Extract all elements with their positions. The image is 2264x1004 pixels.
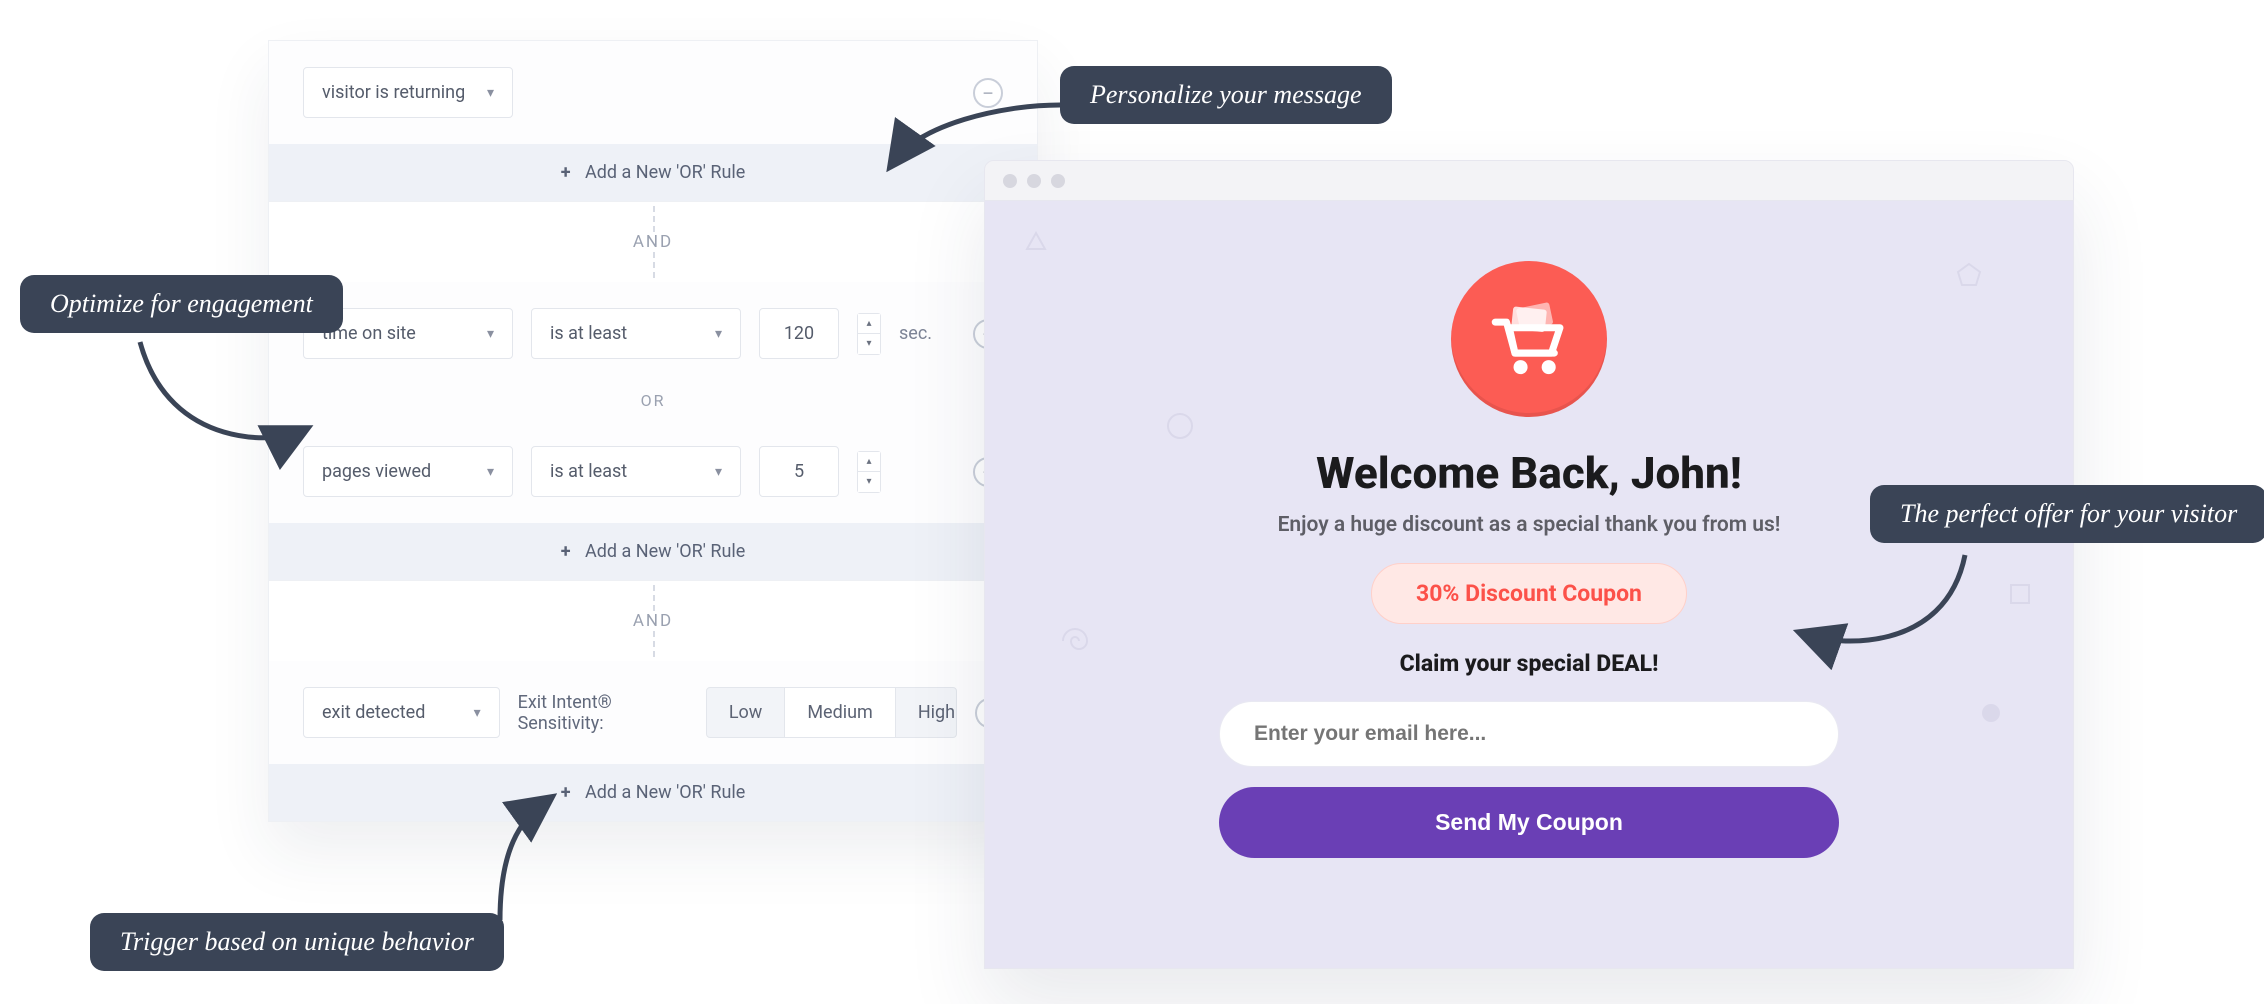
- callout-personalize: Personalize your message: [1060, 66, 1392, 124]
- step-up-button[interactable]: ▴: [858, 452, 880, 472]
- rule-operator-select[interactable]: is at least ▾: [531, 446, 741, 497]
- rule-group-3: exit detected ▾ Exit Intent® Sensitivity…: [269, 661, 1037, 821]
- rule-value: 5: [794, 461, 804, 482]
- rule-op-value: is at least: [550, 461, 627, 482]
- connector-or: OR: [269, 385, 1037, 420]
- number-spinner: ▴ ▾: [857, 313, 881, 355]
- add-or-rule-button[interactable]: + Add a New 'OR' Rule: [269, 523, 1037, 580]
- rule-field-value: pages viewed: [322, 461, 431, 482]
- coupon-pill: 30% Discount Coupon: [1371, 563, 1687, 624]
- connector-and: AND: [269, 202, 1037, 282]
- callout-optimize: Optimize for engagement: [20, 275, 343, 333]
- rule-value: 120: [784, 323, 814, 344]
- arrow-icon: [130, 332, 310, 476]
- step-down-button[interactable]: ▾: [858, 472, 880, 492]
- callout-offer: The perfect offer for your visitor: [1870, 485, 2264, 543]
- sensitivity-label: Exit Intent® Sensitivity:: [518, 692, 688, 734]
- rule-op-value: is at least: [550, 323, 627, 344]
- step-down-button[interactable]: ▾: [858, 334, 880, 354]
- send-coupon-button[interactable]: Send My Coupon: [1219, 787, 1839, 858]
- callout-trigger: Trigger based on unique behavior: [90, 913, 504, 971]
- sensitivity-low-option[interactable]: Low: [707, 688, 785, 737]
- cart-badge: [1451, 261, 1607, 417]
- chevron-down-icon: ▾: [487, 326, 494, 342]
- connector-and: AND: [269, 581, 1037, 661]
- rule-field-select[interactable]: exit detected ▾: [303, 687, 500, 738]
- step-up-button[interactable]: ▴: [858, 314, 880, 334]
- rule-value-input[interactable]: 5: [759, 446, 839, 497]
- rule-field-select[interactable]: visitor is returning ▾: [303, 67, 513, 118]
- plus-icon: +: [561, 541, 571, 562]
- sensitivity-high-option[interactable]: High: [895, 688, 957, 737]
- arrow-icon: [1795, 545, 1975, 689]
- rule-value-input[interactable]: 120: [759, 308, 839, 359]
- pentagon-icon: [1955, 261, 1983, 289]
- rule-field-select[interactable]: pages viewed ▾: [303, 446, 513, 497]
- chevron-down-icon: ▾: [487, 464, 494, 480]
- circle-icon: [1165, 411, 1195, 441]
- square-icon: [2007, 581, 2033, 607]
- rule-row: pages viewed ▾ is at least ▾ 5 ▴ ▾ −: [269, 420, 1037, 523]
- add-or-label: Add a New 'OR' Rule: [585, 162, 745, 183]
- rule-row: exit detected ▾ Exit Intent® Sensitivity…: [269, 661, 1037, 764]
- circle-icon: [1979, 701, 2003, 725]
- arrow-icon: [490, 790, 610, 934]
- rule-field-value: exit detected: [322, 702, 425, 723]
- chevron-down-icon: ▾: [715, 464, 722, 480]
- rule-group-2: time on site ▾ is at least ▾ 120 ▴ ▾ sec…: [269, 282, 1037, 581]
- rule-suffix: sec.: [899, 323, 932, 344]
- chevron-down-icon: ▾: [487, 85, 494, 101]
- plus-icon: +: [561, 162, 571, 183]
- add-or-rule-button[interactable]: + Add a New 'OR' Rule: [269, 764, 1037, 821]
- rule-operator-select[interactable]: is at least ▾: [531, 308, 741, 359]
- sensitivity-medium-option[interactable]: Medium: [784, 688, 895, 737]
- add-or-label: Add a New 'OR' Rule: [585, 541, 745, 562]
- arrow-icon: [880, 95, 1080, 199]
- rule-row: time on site ▾ is at least ▾ 120 ▴ ▾ sec…: [269, 282, 1037, 385]
- chevron-down-icon: ▾: [474, 705, 481, 721]
- browser-bar: [985, 161, 2073, 201]
- number-spinner: ▴ ▾: [857, 451, 881, 493]
- sensitivity-segmented: Low Medium High: [706, 687, 957, 738]
- chevron-down-icon: ▾: [715, 326, 722, 342]
- cart-icon: [1484, 294, 1574, 384]
- spiral-icon: [1055, 621, 1095, 661]
- rule-field-value: visitor is returning: [322, 82, 465, 103]
- triangle-icon: [1025, 231, 1047, 253]
- email-input[interactable]: [1219, 701, 1839, 767]
